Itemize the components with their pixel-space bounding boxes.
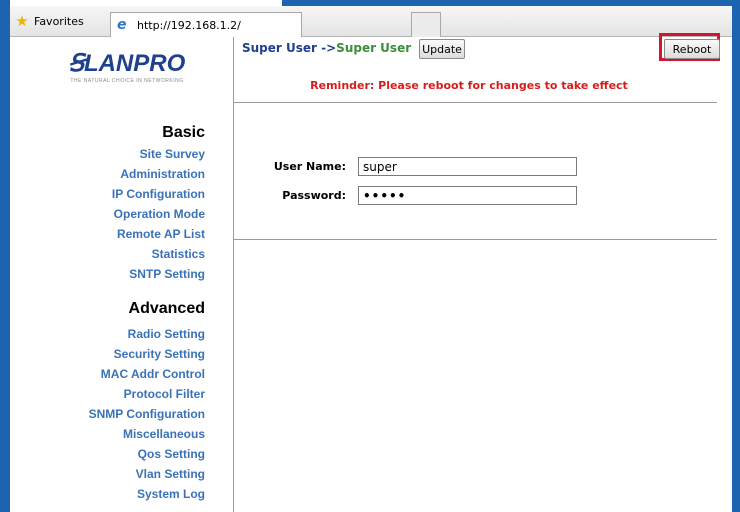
sidebar-item-sntp-setting[interactable]: SNTP Setting — [112, 264, 205, 284]
sidebar-item-mac-addr-control[interactable]: MAC Addr Control — [89, 364, 205, 384]
basic-nav: Site Survey Administration IP Configuratio… — [112, 144, 205, 284]
sidebar-item-radio-setting[interactable]: Radio Setting — [89, 324, 205, 344]
user-current[interactable]: Super User — [336, 41, 411, 55]
main-panel: Super User ->Super User Update Reboot Re… — [234, 33, 732, 512]
advanced-nav: Radio Setting Security Setting MAC Addr Co… — [89, 324, 205, 504]
user-prefix: Super User -> — [242, 41, 337, 55]
sidebar: ꞨLANPRO THE NATURAL CHOICE IN NETWORKING… — [10, 37, 234, 512]
ie-icon: e — [117, 17, 127, 33]
sidebar-item-ip-configuration[interactable]: IP Configuration — [112, 184, 205, 204]
reminder-text: Reminder: Please reboot for changes to t… — [310, 79, 628, 92]
sidebar-item-remote-ap-list[interactable]: Remote AP List — [112, 224, 205, 244]
section-title-basic: Basic — [162, 124, 205, 141]
sidebar-item-miscellaneous[interactable]: Miscellaneous — [89, 424, 205, 444]
logo-tagline: THE NATURAL CHOICE IN NETWORKING — [70, 78, 184, 84]
sidebar-item-system-log[interactable]: System Log — [89, 484, 205, 504]
sidebar-item-protocol-filter[interactable]: Protocol Filter — [89, 384, 205, 404]
password-label: Password: — [282, 189, 346, 202]
section-title-advanced: Advanced — [128, 300, 205, 317]
favorites-label: Favorites — [34, 14, 84, 28]
user-breadcrumb: Super User ->Super User — [242, 41, 411, 55]
divider-top — [234, 102, 717, 103]
sidebar-item-statistics[interactable]: Statistics — [112, 244, 205, 264]
sidebar-item-security-setting[interactable]: Security Setting — [89, 344, 205, 364]
sidebar-item-site-survey[interactable]: Site Survey — [112, 144, 205, 164]
divider-bottom — [234, 239, 717, 240]
favorites-button[interactable]: ★ Favorites — [14, 11, 84, 31]
lanpro-logo: ꞨLANPRO THE NATURAL CHOICE IN NETWORKING — [46, 51, 208, 87]
username-input[interactable] — [358, 157, 577, 176]
reboot-button[interactable]: Reboot — [664, 39, 720, 59]
logo-text: ꞨLANPRO — [68, 50, 186, 77]
favorites-bar: ★ Favorites e http://192.168.1.2/ — [10, 6, 732, 37]
sidebar-item-administration[interactable]: Administration — [112, 164, 205, 184]
browser-tab[interactable]: e http://192.168.1.2/ — [110, 12, 302, 37]
star-icon: ★ — [15, 12, 29, 30]
new-tab-button[interactable] — [411, 12, 441, 37]
page-content: ꞨLANPRO THE NATURAL CHOICE IN NETWORKING… — [10, 33, 732, 512]
update-button[interactable]: Update — [419, 39, 465, 59]
sidebar-item-operation-mode[interactable]: Operation Mode — [112, 204, 205, 224]
sidebar-item-qos-setting[interactable]: Qos Setting — [89, 444, 205, 464]
tab-url: http://192.168.1.2/ — [137, 18, 241, 32]
username-label: User Name: — [273, 160, 346, 173]
sidebar-item-snmp-configuration[interactable]: SNMP Configuration — [89, 404, 205, 424]
frame-left — [0, 0, 10, 512]
sidebar-item-vlan-setting[interactable]: Vlan Setting — [89, 464, 205, 484]
password-input[interactable] — [358, 186, 577, 205]
